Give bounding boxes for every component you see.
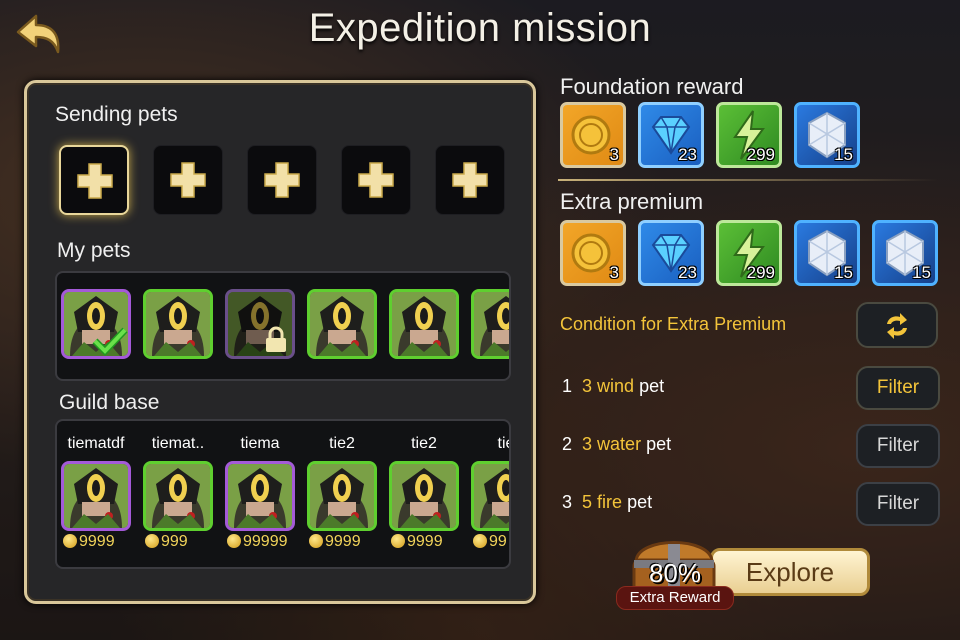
guild-member-name: tiemat.. [151,435,205,452]
lock-icon [266,326,286,352]
guild-coin-cost: 99 [473,533,507,551]
energy-icon[interactable]: 299 [716,102,782,168]
my-pets-list[interactable] [55,271,511,381]
crystal-icon[interactable]: 15 [872,220,938,286]
my-pet-1[interactable] [61,289,131,359]
diamond-icon[interactable]: 23 [638,220,704,286]
guild-member-name: tie2 [329,435,355,452]
reward-count: 15 [834,263,853,282]
condition-requirement: 2 3 water pet [562,434,672,454]
filter-button[interactable]: Filter [856,366,940,410]
reward-count: 15 [912,263,931,282]
guild-pet-3[interactable] [225,461,295,531]
extra-reward-percent: 80% [648,558,702,588]
energy-icon[interactable]: 299 [716,220,782,286]
crystal-icon[interactable]: 15 [794,102,860,168]
guild-pet-5[interactable] [389,461,459,531]
coin-icon [227,534,241,548]
guild-member-name: tiema [240,435,280,452]
reward-count: 23 [678,145,697,164]
coin-icon[interactable]: 3 [560,220,626,286]
sending-slot-1[interactable] [59,145,129,215]
guild-base-label: Guild base [59,391,160,414]
reward-count: 23 [678,263,697,282]
guild-pet-6[interactable] [471,461,509,531]
filter-button[interactable]: Filter [856,482,940,526]
reward-count: 299 [746,145,775,164]
refresh-icon [887,313,907,339]
extra-premium-label: Extra premium [560,189,704,214]
filter-button[interactable]: Filter [856,424,940,468]
foundation-reward-label: Foundation reward [560,74,744,99]
sending-slot-3[interactable] [247,145,317,215]
condition-requirement: 3 5 fire pet [562,492,653,512]
guild-coin-cost: 99999 [227,533,288,551]
sending-slot-4[interactable] [341,145,411,215]
guild-pet-2[interactable] [143,461,213,531]
refresh-button[interactable] [856,302,938,348]
pet-selection-panel: Sending pets My pets Guild base tiematdf… [24,80,536,604]
plus-icon [264,162,300,198]
check-icon [92,327,128,356]
my-pet-2[interactable] [143,289,213,359]
my-pet-4[interactable] [307,289,377,359]
plus-icon [452,162,488,198]
plus-icon [77,163,113,199]
reward-count: 3 [609,145,619,164]
guild-pet-1[interactable] [61,461,131,531]
plus-icon [358,162,394,198]
plus-icon [170,162,206,198]
coin-icon[interactable]: 3 [560,102,626,168]
condition-label: Condition for Extra Premium [560,314,787,334]
my-pet-3[interactable] [225,289,295,359]
my-pet-6[interactable] [471,289,509,359]
guild-member-name: tiematdf [67,435,125,452]
my-pet-5[interactable] [389,289,459,359]
condition-requirement: 1 3 wind pet [562,376,665,396]
coin-icon [63,534,77,548]
reward-count: 15 [834,145,853,164]
coin-icon [145,534,159,548]
reward-count: 299 [746,263,775,282]
guild-coin-cost: 9999 [63,533,115,551]
crystal-icon[interactable]: 15 [794,220,860,286]
reward-count: 3 [609,263,619,282]
sending-slot-5[interactable] [435,145,505,215]
guild-coin-cost: 999 [145,533,188,551]
coin-icon [309,534,323,548]
coin-icon [391,534,405,548]
explore-button[interactable]: Explore [710,548,870,596]
page-title: Expedition mission [308,6,652,50]
guild-base-list[interactable]: tiematdf 9999 tiemat.. 999 tiema 99999 tie2 999… [55,419,511,569]
coin-icon [473,534,487,548]
divider [558,179,938,181]
guild-member-name: tie2 [411,435,437,452]
sending-pets-label: Sending pets [55,103,178,126]
my-pets-label: My pets [57,239,131,262]
extra-reward-tag: Extra Reward [616,586,734,610]
guild-coin-cost: 9999 [391,533,443,551]
guild-coin-cost: 9999 [309,533,361,551]
diamond-icon[interactable]: 23 [638,102,704,168]
guild-member-name: tie [497,435,509,452]
sending-slot-2[interactable] [153,145,223,215]
guild-pet-4[interactable] [307,461,377,531]
